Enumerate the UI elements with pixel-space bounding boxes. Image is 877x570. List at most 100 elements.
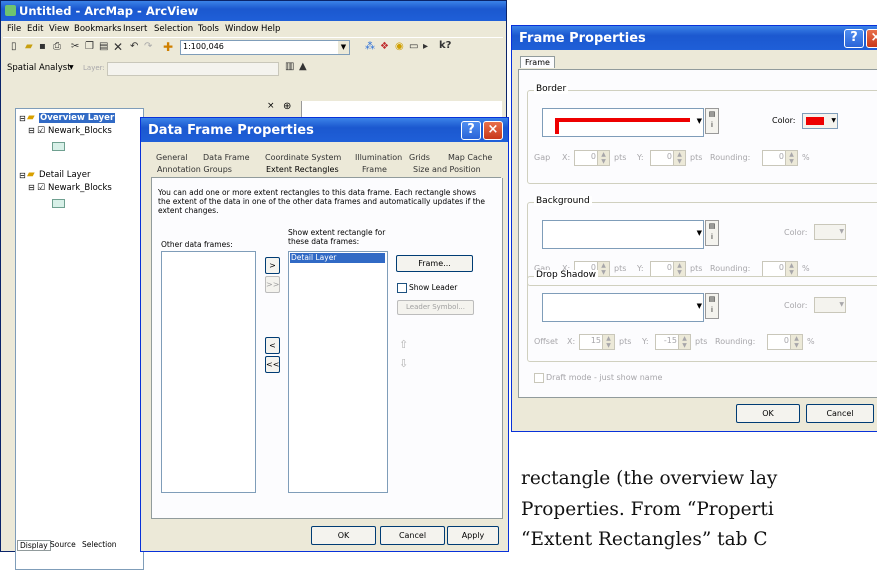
remove-all-extent-button[interactable]: <<: [265, 356, 280, 373]
detail-child-checkbox[interactable]: ☑: [37, 183, 45, 193]
border-symbol-select[interactable]: ▼: [542, 108, 704, 137]
new-icon[interactable]: ▯: [11, 41, 17, 52]
detail-child-expand-icon[interactable]: ⊟: [28, 183, 35, 192]
tab-grids[interactable]: Grids: [409, 153, 430, 162]
command-icon[interactable]: ▸: [423, 41, 428, 52]
print-icon[interactable]: ⎙: [53, 41, 61, 52]
tab-map-cache[interactable]: Map Cache: [448, 153, 492, 162]
tab-display[interactable]: Display: [17, 540, 51, 551]
show-leader-label[interactable]: Show Leader: [409, 283, 457, 292]
shadow-symbol-properties-icon[interactable]: ▤ i: [705, 293, 719, 319]
add-data-icon[interactable]: ✚: [163, 40, 173, 54]
detail-expand-icon[interactable]: ⊟: [19, 171, 26, 180]
move-down-icon[interactable]: ⇩: [399, 357, 408, 370]
menu-insert[interactable]: Insert: [123, 24, 147, 34]
shadow-dropdown-icon[interactable]: ▼: [697, 302, 702, 310]
add-extent-button[interactable]: >: [265, 257, 280, 274]
editor-icon[interactable]: ⁂: [365, 41, 375, 52]
tab-general[interactable]: General: [156, 153, 188, 162]
detail-child-name[interactable]: Newark_Blocks: [48, 183, 112, 193]
whats-this-icon[interactable]: k?: [439, 40, 451, 51]
menu-file[interactable]: File: [7, 24, 21, 34]
overview-expand-icon[interactable]: ⊟: [19, 114, 26, 123]
toc-pin-icon[interactable]: ⊕: [283, 101, 291, 112]
fp-titlebar[interactable]: Frame Properties ? ×: [512, 26, 877, 50]
background-y-spinner[interactable]: 0 ▲ ▼: [650, 261, 686, 277]
shadow-symbol-select[interactable]: ▼: [542, 293, 704, 322]
fp-ok-button[interactable]: OK: [736, 404, 800, 423]
undo-icon[interactable]: ↶: [130, 41, 138, 52]
shadow-rounding-spinner[interactable]: 0 ▲ ▼: [767, 334, 803, 350]
spatial-analyst-dropdown-icon[interactable]: ▼: [69, 64, 74, 71]
menu-view[interactable]: View: [49, 24, 69, 34]
detail-layer-list-item[interactable]: Detail Layer: [290, 253, 385, 263]
detail-layer-name[interactable]: Detail Layer: [39, 170, 90, 180]
redo-icon[interactable]: ↷: [144, 41, 152, 52]
tab-source[interactable]: Source: [50, 540, 76, 549]
overview-layer-name[interactable]: Overview Layer: [39, 113, 116, 123]
menu-window[interactable]: Window: [225, 24, 259, 34]
open-icon[interactable]: ▰: [25, 41, 33, 52]
shadow-y-spinner[interactable]: -15 ▲ ▼: [655, 334, 691, 350]
menu-help[interactable]: Help: [261, 24, 280, 34]
overview-child-checkbox[interactable]: ☑: [37, 126, 45, 136]
dfp-titlebar[interactable]: Data Frame Properties ? ×: [141, 118, 508, 142]
dfp-apply-button[interactable]: Apply: [447, 526, 499, 545]
fp-help-button[interactable]: ?: [844, 29, 864, 48]
tab-annotation-groups[interactable]: Annotation Groups: [157, 165, 232, 174]
show-extent-list[interactable]: Detail Layer: [288, 251, 388, 493]
dfp-ok-button[interactable]: OK: [311, 526, 376, 545]
tab-size-and-position[interactable]: Size and Position: [413, 165, 481, 174]
arctoolbox-icon[interactable]: ❖: [380, 41, 389, 52]
dfp-help-button[interactable]: ?: [461, 121, 481, 140]
border-x-spinner[interactable]: 0 ▲ ▼: [574, 150, 610, 166]
background-symbol-properties-icon[interactable]: ▤ i: [705, 220, 719, 246]
background-dropdown-icon[interactable]: ▼: [697, 229, 702, 237]
dfp-close-button[interactable]: ×: [483, 121, 503, 140]
dfp-cancel-button[interactable]: Cancel: [380, 526, 445, 545]
scale-dropdown-icon[interactable]: ▼: [338, 41, 349, 54]
tab-data-frame[interactable]: Data Frame: [203, 153, 250, 162]
move-up-icon[interactable]: ⇧: [399, 338, 408, 351]
leader-symbol-button[interactable]: Leader Symbol...: [397, 300, 474, 315]
border-dropdown-icon[interactable]: ▼: [697, 117, 702, 125]
delete-icon[interactable]: ✕: [113, 40, 123, 54]
background-color-swatch[interactable]: ▼: [814, 224, 846, 240]
paste-icon[interactable]: ▤: [99, 41, 108, 52]
shadow-color-swatch[interactable]: ▼: [814, 297, 846, 313]
shadow-color-dropdown-icon[interactable]: ▼: [839, 301, 844, 308]
border-y-spinner[interactable]: 0 ▲ ▼: [650, 150, 686, 166]
border-color-dropdown-icon[interactable]: ▼: [831, 117, 836, 124]
save-icon[interactable]: ▪: [39, 41, 46, 52]
fp-close-button[interactable]: ×: [866, 29, 877, 48]
border-color-swatch[interactable]: ▼: [802, 113, 838, 129]
other-frames-list[interactable]: [161, 251, 256, 493]
menu-bookmarks[interactable]: Bookmarks: [74, 24, 122, 34]
overview-child-name[interactable]: Newark_Blocks: [48, 126, 112, 136]
tab-extent-rectangles[interactable]: Extent Rectangles: [266, 165, 339, 174]
menu-tools[interactable]: Tools: [198, 24, 219, 34]
add-all-extent-button[interactable]: >>: [265, 276, 280, 293]
tab-frame-page[interactable]: Frame: [520, 56, 555, 68]
background-rounding-spinner[interactable]: 0 ▲ ▼: [762, 261, 798, 277]
background-color-dropdown-icon[interactable]: ▼: [839, 228, 844, 235]
arcmap-titlebar[interactable]: Untitled - ArcMap - ArcView: [1, 1, 506, 21]
histogram-icon[interactable]: ▥: [285, 61, 294, 72]
border-symbol-properties-icon[interactable]: ▤ i: [705, 108, 719, 134]
tab-illumination[interactable]: Illumination: [355, 153, 402, 162]
remove-extent-button[interactable]: <: [265, 337, 280, 354]
tab-selection[interactable]: Selection: [82, 540, 117, 549]
frame-button[interactable]: Frame...: [396, 255, 473, 272]
catalog-icon[interactable]: ◉: [395, 41, 404, 52]
show-leader-checkbox[interactable]: [397, 283, 407, 293]
scale-box[interactable]: 1:100,046 ▼: [180, 40, 350, 55]
background-symbol-select[interactable]: ▼: [542, 220, 704, 249]
toc-close-icon[interactable]: ×: [267, 101, 275, 111]
layer-select[interactable]: [107, 62, 279, 76]
cut-icon[interactable]: ✂: [71, 41, 79, 52]
overview-child-expand-icon[interactable]: ⊟: [28, 126, 35, 135]
menu-selection[interactable]: Selection: [154, 24, 193, 34]
shadow-x-spinner[interactable]: 15 ▲ ▼: [579, 334, 615, 350]
tab-coordinate-system[interactable]: Coordinate System: [265, 153, 341, 162]
border-rounding-spinner[interactable]: 0 ▲ ▼: [762, 150, 798, 166]
